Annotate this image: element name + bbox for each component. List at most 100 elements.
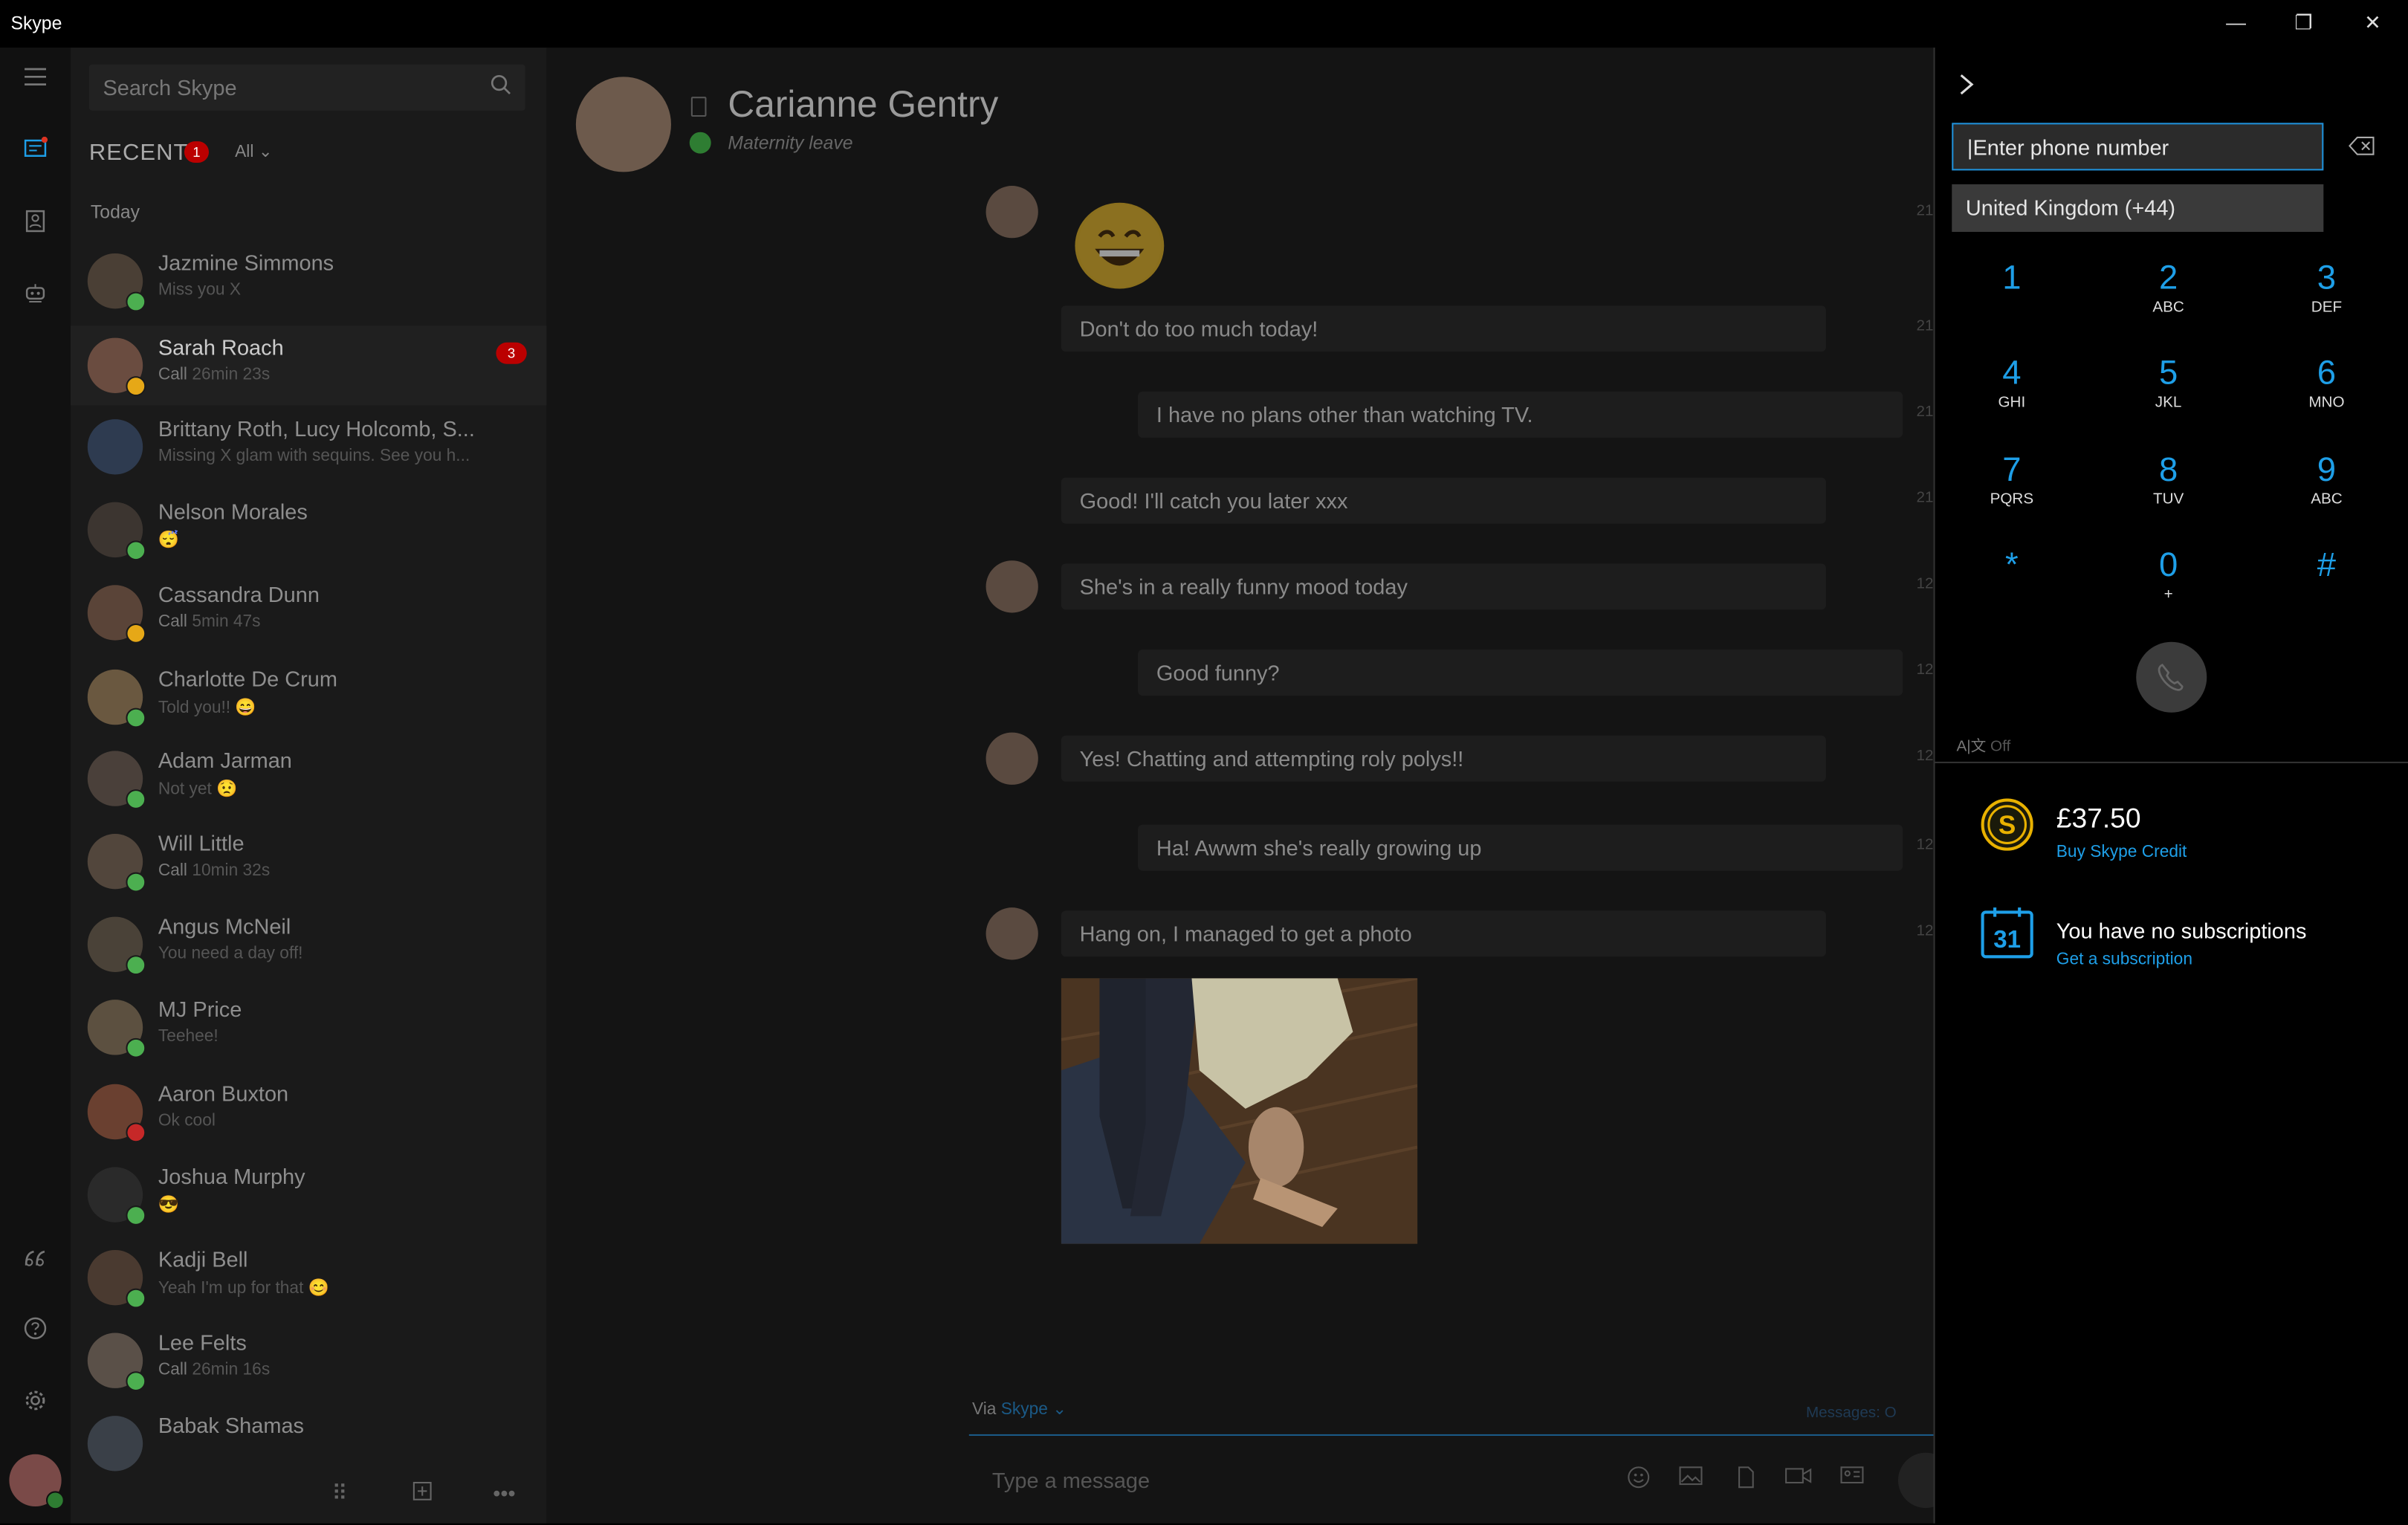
contact-last-message: Not yet 😟 <box>158 779 238 799</box>
contact-row[interactable]: Nelson Morales 😴 <box>71 490 547 569</box>
send-contact-icon[interactable] <box>1838 1465 1865 1492</box>
incoming-message[interactable]: She's in a really funny mood today <box>1061 563 1826 610</box>
translator-toggle[interactable]: A|文 Off <box>1956 733 2010 756</box>
search-box[interactable]: Search Skype <box>88 64 525 111</box>
dial-key[interactable]: * <box>1966 545 2058 622</box>
presence-indicator-icon <box>126 1371 146 1392</box>
contact-name: Sarah Roach <box>158 334 284 360</box>
message-timestamp: 21 <box>1916 202 1934 220</box>
more-options-icon[interactable]: ••• <box>493 1480 515 1505</box>
bots-icon[interactable] <box>19 281 52 314</box>
backspace-icon[interactable] <box>2348 135 2375 157</box>
incoming-message[interactable]: Don't do too much today! <box>1061 305 1826 352</box>
contact-preview-text: 26min 23s <box>192 365 271 384</box>
close-button[interactable]: ✕ <box>2356 9 2389 36</box>
contact-row[interactable]: Brittany Roth, Lucy Holcomb, S... Missing… <box>71 407 547 487</box>
country-selector[interactable]: United Kingdom (+44) <box>1952 184 2324 233</box>
outgoing-message[interactable]: Ha! Awwm she's really growing up <box>1138 824 1903 871</box>
contact-row[interactable]: Angus McNeil You need a day off! <box>71 904 547 984</box>
contact-last-message: Teehee! <box>158 1027 219 1046</box>
contact-last-message: Missing X glam with sequins. See you h..… <box>158 447 470 465</box>
phone-number-input[interactable] <box>1952 123 2324 171</box>
restore-button[interactable]: ❐ <box>2287 9 2320 36</box>
dial-key-digit: 4 <box>2002 353 2022 392</box>
dial-key[interactable]: 5 JKL <box>2123 353 2215 430</box>
message-timestamp: 12 <box>1916 922 1934 940</box>
dial-pad-panel: United Kingdom (+44) 1 2 ABC 3 DEF 4 GHI 5 JKL 6 M… <box>1933 48 2408 1524</box>
translator-state: Off <box>1990 738 2011 756</box>
contact-row[interactable]: Lee Felts Call 26min 16s <box>71 1321 547 1400</box>
video-message-icon[interactable] <box>1784 1465 1812 1492</box>
search-input[interactable]: Search Skype <box>103 75 236 100</box>
quotes-icon[interactable] <box>19 1244 52 1278</box>
dial-key-letters: GHI <box>1998 395 2026 412</box>
contact-last-message: Miss you X <box>158 281 241 300</box>
contacts-icon[interactable] <box>19 209 52 242</box>
contact-last-message: Ok cool <box>158 1112 216 1130</box>
help-icon[interactable] <box>19 1316 52 1350</box>
contact-row[interactable]: Jazmine Simmons Miss you X <box>71 241 547 320</box>
dial-key[interactable]: # <box>2280 545 2372 622</box>
buy-credit-link[interactable]: Buy Skype Credit <box>2056 843 2187 861</box>
contact-row[interactable]: Sarah Roach Call 26min 23s 3 <box>71 326 547 406</box>
contact-row[interactable]: Joshua Murphy 😎 <box>71 1155 547 1234</box>
message-avatar <box>985 907 1038 960</box>
dial-key[interactable]: 9 ABC <box>2280 450 2372 526</box>
outgoing-message[interactable]: Good funny? <box>1138 650 1903 696</box>
collapse-chevron-icon[interactable] <box>1953 69 1978 100</box>
via-service-dropdown[interactable]: Skype ⌄ <box>1001 1400 1067 1419</box>
call-button[interactable] <box>2136 641 2207 713</box>
minimize-button[interactable]: — <box>2219 9 2253 36</box>
contact-row[interactable]: Will Little Call 10min 32s <box>71 821 547 901</box>
shared-photo[interactable] <box>1061 978 1418 1244</box>
dial-key[interactable]: 7 PQRS <box>1966 450 2058 526</box>
emoticon-picker-icon[interactable] <box>1625 1465 1652 1492</box>
incoming-message[interactable]: Hang on, I managed to get a photo <box>1061 910 1826 957</box>
incoming-message[interactable]: Good! I'll catch you later xxx <box>1061 477 1826 524</box>
calendar-date: 31 <box>1993 926 2021 953</box>
divider <box>1935 761 2408 763</box>
chats-icon[interactable] <box>19 136 52 170</box>
recent-filter-dropdown[interactable]: All ⌄ <box>235 141 273 161</box>
dialpad-icon[interactable]: ⠿ <box>331 1480 347 1506</box>
contact-row[interactable]: MJ Price Teehee! <box>71 988 547 1067</box>
dial-key[interactable]: 6 MNO <box>2280 353 2372 430</box>
message-input[interactable]: Type a message <box>992 1468 1150 1492</box>
dial-key[interactable]: 4 GHI <box>1966 353 2058 430</box>
dial-key[interactable]: 3 DEF <box>2280 258 2372 334</box>
contact-row[interactable]: Cassandra Dunn Call 5min 47s <box>71 573 547 653</box>
credit-balance: £37.50 <box>2056 803 2141 835</box>
dial-key[interactable]: 2 ABC <box>2123 258 2215 334</box>
presence-indicator-icon <box>126 623 146 644</box>
dial-key[interactable]: 8 TUV <box>2123 450 2215 526</box>
user-avatar[interactable] <box>9 1454 65 1510</box>
dial-key-digit: 7 <box>2002 450 2022 489</box>
conversation-title[interactable]: Carianne Gentry <box>728 85 998 128</box>
contact-row[interactable]: Kadji Bell Yeah I'm up for that 😊 <box>71 1237 547 1317</box>
send-image-icon[interactable] <box>1677 1465 1704 1492</box>
dial-key-letters: JKL <box>2155 395 2182 412</box>
new-chat-icon[interactable] <box>412 1480 433 1506</box>
presence-online-icon <box>689 132 711 154</box>
dial-key-digit: 5 <box>2158 353 2178 392</box>
incoming-message[interactable]: Yes! Chatting and attempting roly polys!… <box>1061 735 1826 782</box>
contact-row[interactable]: Aaron Buxton Ok cool <box>71 1072 547 1151</box>
contact-avatar[interactable] <box>575 77 671 172</box>
via-selector[interactable]: Via Skype ⌄ <box>972 1399 1067 1419</box>
outgoing-message[interactable]: I have no plans other than watching TV. <box>1138 391 1903 438</box>
contact-row[interactable]: Adam Jarman Not yet 😟 <box>71 739 547 818</box>
dial-key[interactable]: 0 + <box>2123 545 2215 622</box>
dial-key[interactable]: 1 <box>1966 258 2058 334</box>
contact-last-message: Told you!! 😄 <box>158 697 256 717</box>
settings-gear-icon[interactable] <box>19 1388 52 1422</box>
message-composer: Type a message <box>968 1434 1954 1525</box>
subscriptions-status: You have no subscriptions <box>2056 918 2307 943</box>
contact-avatar <box>87 419 143 475</box>
message-timestamp: 21 <box>1916 404 1934 421</box>
contact-row[interactable]: Charlotte De Crum Told you!! 😄 <box>71 657 547 736</box>
send-file-icon[interactable] <box>1732 1465 1760 1492</box>
hamburger-menu-icon[interactable] <box>19 65 52 98</box>
get-subscription-link[interactable]: Get a subscription <box>2056 951 2192 969</box>
dial-key-digit: # <box>2317 545 2337 584</box>
contact-name: Aaron Buxton <box>158 1081 289 1106</box>
